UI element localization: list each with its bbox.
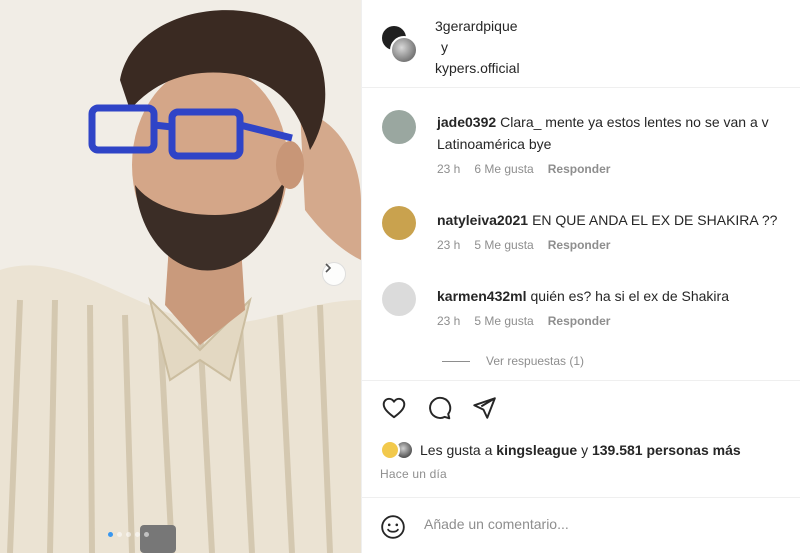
comment-meta: 23 h 5 Me gusta Responder [437,314,610,328]
avatar[interactable] [382,110,416,144]
comment-body: Clara_ mente ya estos lentes no se van a… [500,114,769,130]
comment-time[interactable]: 23 h [437,314,460,328]
comment-username[interactable]: karmen432ml [437,288,527,304]
comment-input[interactable]: Añade un comentario... [424,516,784,532]
comment-meta: 23 h 6 Me gusta Responder [437,162,610,176]
comment-text: karmen432ml quién es? ha si el ex de Shak… [437,286,729,306]
comment-likes[interactable]: 5 Me gusta [474,314,533,328]
comment-time[interactable]: 23 h [437,238,460,252]
comment-body: EN QUE ANDA EL EX DE SHAKIRA ?? [532,212,778,228]
collab-names: 3gerardpique y kypers.official [435,16,520,79]
chevron-right-icon [325,263,332,273]
comment-username[interactable]: jade0392 [437,114,496,130]
post-time[interactable]: Hace un día [380,467,447,481]
likes-prefix: Les gusta a [420,442,493,458]
post-header: 3gerardpique y kypers.official [362,0,800,88]
comment-text: natyleiva2021 EN QUE ANDA EL EX DE SHAKIR… [437,210,777,230]
post-side-panel: 3gerardpique y kypers.official jade0392 C… [361,0,800,553]
view-replies-label: Ver respuestas (1) [486,354,585,368]
comment-username[interactable]: natyleiva2021 [437,212,528,228]
post-actions [362,380,800,434]
portrait-illustration [0,0,361,553]
comment-likes[interactable]: 6 Me gusta [474,162,533,176]
divider-line [442,360,470,362]
carousel-dots [108,532,149,537]
comment-time[interactable]: 23 h [437,162,460,176]
comment-list[interactable]: jade0392 Clara_ mente ya estos lentes no … [362,88,800,380]
likes-summary[interactable]: Les gusta a kingsleague y 139.581 person… [380,440,741,460]
heart-icon[interactable] [381,395,407,421]
username-link[interactable]: 3gerardpique [435,18,518,34]
avatar[interactable] [382,282,416,316]
smile-icon[interactable] [380,514,406,540]
carousel-dot [126,532,131,537]
carousel-dot [108,532,113,537]
comment-meta: 23 h 5 Me gusta Responder [437,238,610,252]
conjunction-text: y [441,39,448,55]
likes-conjunction: y [581,442,589,458]
avatar [380,440,400,460]
send-icon[interactable] [471,395,497,421]
comment-body: quién es? ha si el ex de Shakira [530,288,729,304]
comment-likes[interactable]: 5 Me gusta [474,238,533,252]
likes-user-link[interactable]: kingsleague [496,442,577,458]
likes-count-link[interactable]: 139.581 personas más [592,442,741,458]
likes-text: Les gusta a kingsleague y 139.581 person… [420,442,741,458]
reply-button[interactable]: Responder [548,314,611,328]
view-replies-button[interactable]: Ver respuestas (1) [442,354,584,368]
username-link[interactable]: kypers.official [435,60,520,76]
reply-button[interactable]: Responder [548,238,611,252]
comment-icon[interactable] [426,395,452,421]
reply-button[interactable]: Responder [548,162,611,176]
add-comment-bar: Añade un comentario... [362,497,800,553]
comment-text-continued: Latinoamérica bye [437,136,552,152]
collab-avatars[interactable] [380,24,418,64]
comment-text: jade0392 Clara_ mente ya estos lentes no … [437,112,769,132]
post-photo[interactable] [0,0,361,553]
avatar[interactable] [390,36,418,64]
carousel-dot [117,532,122,537]
carousel-next-button[interactable] [322,262,346,286]
carousel-dot [135,532,140,537]
carousel-dot [144,532,149,537]
avatar[interactable] [382,206,416,240]
